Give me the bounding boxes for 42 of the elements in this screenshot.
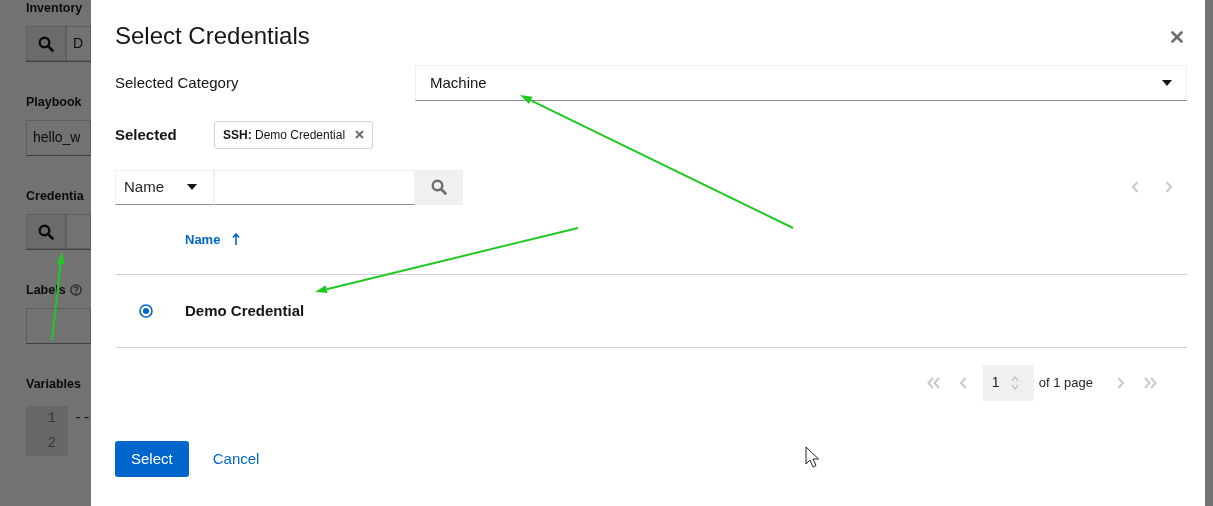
field-label: Selected Category [115,72,240,93]
next-page-icon[interactable] [1165,181,1173,194]
mouse-cursor-icon [805,446,819,468]
column-header[interactable]: Name [185,229,241,250]
page-input[interactable]: 1 [982,364,1034,401]
lookup-field[interactable] [66,214,91,249]
page-total: of 1 page [1038,374,1093,393]
filter-dropdown[interactable]: Name [115,169,214,205]
previous-page-icon[interactable] [1131,181,1139,194]
select-button[interactable]: Select [115,440,189,478]
credential-name: Demo Credential [185,300,305,321]
search-icon [38,35,54,52]
radio-button[interactable] [139,303,153,318]
lookup-field[interactable]: D [66,26,91,61]
caret-icon [1162,79,1172,86]
cancel-link[interactable]: Cancel [204,440,268,478]
first-page-icon[interactable] [926,376,941,389]
search-field[interactable] [214,169,415,205]
text-field[interactable] [26,308,91,344]
close-icon [1171,31,1183,44]
spinner-icon [1009,374,1020,391]
caret-icon [187,184,197,191]
close-icon [355,130,365,140]
field-label: Inventory [26,0,83,17]
previous-page-icon[interactable] [958,376,967,389]
last-page-icon[interactable] [1143,376,1157,389]
search-icon [38,223,54,240]
chip-label: SSH: Demo Credential [223,126,346,144]
field-label: Selected [115,124,178,145]
code-text: -- [74,410,91,426]
search-button[interactable] [26,214,66,249]
search-button[interactable] [26,26,66,61]
category-dropdown[interactable]: Machine [415,64,1187,101]
search-button[interactable] [415,169,463,205]
next-page-icon[interactable] [1117,376,1125,389]
modal-title: Select Credentials [115,22,310,51]
field-label: Playbook [26,93,82,111]
field-label: Variables [26,375,81,393]
remove-button[interactable] [355,130,365,140]
field-label: Credentia [26,187,84,205]
search-icon [431,179,447,196]
text-field[interactable]: hello_w [26,120,91,156]
